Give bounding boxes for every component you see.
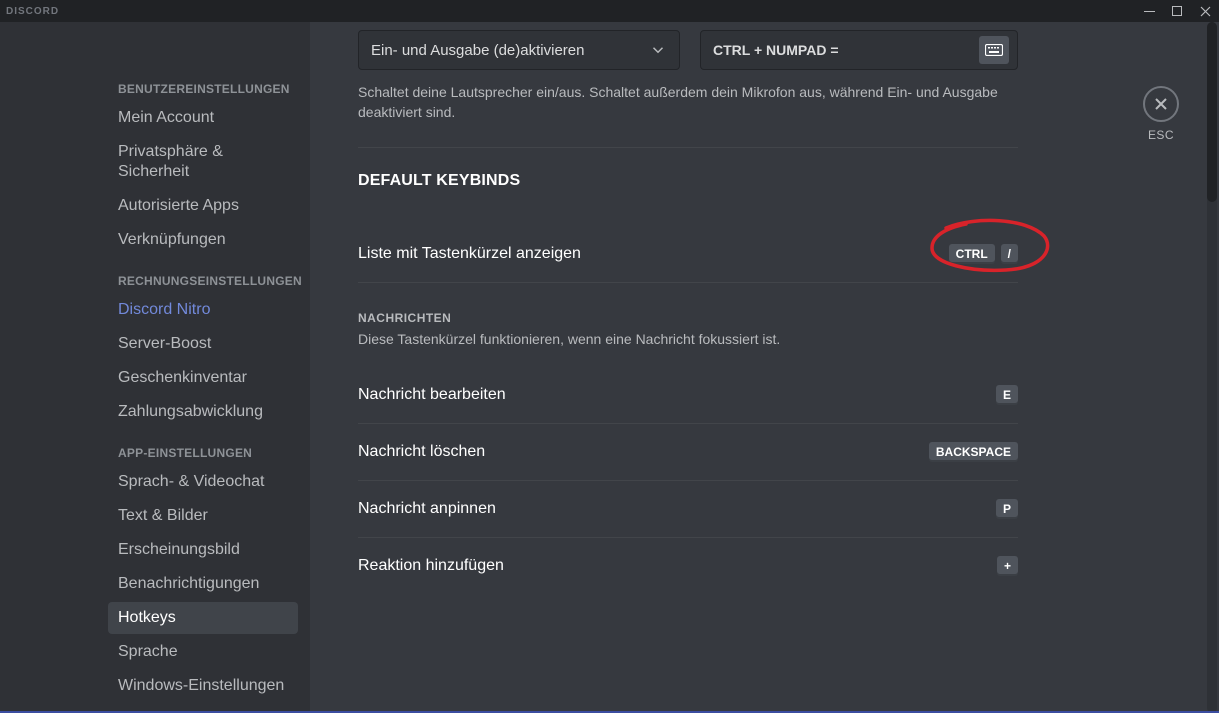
sidebar-item-boost[interactable]: Server-Boost (108, 328, 298, 360)
sidebar-item-text[interactable]: Text & Bilder (108, 500, 298, 532)
sidebar-section-header: BENUTZEREINSTELLUNGEN (108, 82, 298, 96)
chevron-down-icon (649, 41, 667, 59)
sidebar-section-header: APP-EINSTELLUNGEN (108, 446, 298, 460)
close-icon (1153, 96, 1169, 112)
sidebar-item-authapps[interactable]: Autorisierte Apps (108, 190, 298, 222)
keybind-input[interactable]: CTRL + NUMPAD = (700, 30, 1018, 70)
keybind-row-label: Liste mit Tastenkürzel anzeigen (358, 245, 581, 263)
keybind-row: Reaktion hinzufügen + (358, 538, 1018, 594)
sidebar-item-notifications[interactable]: Benachrichtigungen (108, 568, 298, 600)
default-keybinds-title: DEFAULT KEYBINDS (358, 172, 1018, 190)
keybind-row: Liste mit Tastenkürzel anzeigen CTRL / (358, 226, 1018, 283)
sidebar-item-nitro[interactable]: Discord Nitro (108, 294, 298, 326)
sidebar-item-windows[interactable]: Windows-Einstellungen (108, 670, 298, 702)
close-settings-label: ESC (1143, 128, 1179, 142)
sidebar-item-language[interactable]: Sprache (108, 636, 298, 668)
sidebar-item-account[interactable]: Mein Account (108, 102, 298, 134)
close-window-button[interactable] (1191, 0, 1219, 22)
settings-sidebar: BENUTZEREINSTELLUNGEN Mein Account Priva… (0, 22, 310, 713)
sidebar-item-privacy[interactable]: Privatsphäre & Sicherheit (108, 136, 298, 188)
keybind-row-label: Nachricht löschen (358, 443, 485, 461)
minimize-button[interactable] (1135, 0, 1163, 22)
key-chip: + (997, 556, 1018, 576)
action-select[interactable]: Ein- und Ausgabe (de)aktivieren (358, 30, 680, 70)
messages-section-title: NACHRICHTEN (358, 311, 1018, 325)
sidebar-item-connections[interactable]: Verknüpfungen (108, 224, 298, 256)
settings-content: Ein- und Ausgabe (de)aktivieren CTRL + N… (310, 22, 1219, 713)
keybind-input-value: CTRL + NUMPAD = (713, 42, 839, 58)
keybind-row: Nachricht anpinnen P (358, 481, 1018, 538)
divider (358, 147, 1018, 148)
keybind-row-label: Nachricht bearbeiten (358, 386, 506, 404)
titlebar: DISCORD (0, 0, 1219, 22)
scrollbar-thumb[interactable] (1207, 22, 1217, 202)
key-chip: CTRL (949, 244, 995, 264)
window-controls (1135, 0, 1219, 22)
keybind-row-label: Reaktion hinzufügen (358, 557, 504, 575)
close-settings-button[interactable]: ESC (1143, 86, 1179, 142)
key-chip: BACKSPACE (929, 442, 1018, 462)
keyboard-icon (985, 44, 1003, 56)
app-logo: DISCORD (6, 6, 59, 17)
sidebar-item-gifts[interactable]: Geschenkinventar (108, 362, 298, 394)
record-keybind-button[interactable] (979, 36, 1009, 64)
action-description: Schaltet deine Lautsprecher ein/aus. Sch… (358, 82, 1018, 123)
key-chip: P (996, 499, 1018, 519)
key-chip: / (1001, 244, 1018, 264)
action-select-value: Ein- und Ausgabe (de)aktivieren (371, 42, 584, 59)
keybind-row-label: Nachricht anpinnen (358, 500, 496, 518)
sidebar-section-header: RECHNUNGSEINSTELLUNGEN (108, 274, 298, 288)
sidebar-item-appearance[interactable]: Erscheinungsbild (108, 534, 298, 566)
keybind-row: Nachricht löschen BACKSPACE (358, 424, 1018, 481)
messages-section-desc: Diese Tastenkürzel funktionieren, wenn e… (358, 331, 1018, 347)
keybind-row-keys: CTRL / (949, 244, 1018, 264)
key-chip: E (996, 385, 1018, 405)
maximize-button[interactable] (1163, 0, 1191, 22)
sidebar-item-billing[interactable]: Zahlungsabwicklung (108, 396, 298, 428)
sidebar-item-voice[interactable]: Sprach- & Videochat (108, 466, 298, 498)
sidebar-item-hotkeys[interactable]: Hotkeys (108, 602, 298, 634)
keybind-row: Nachricht bearbeiten E (358, 367, 1018, 424)
